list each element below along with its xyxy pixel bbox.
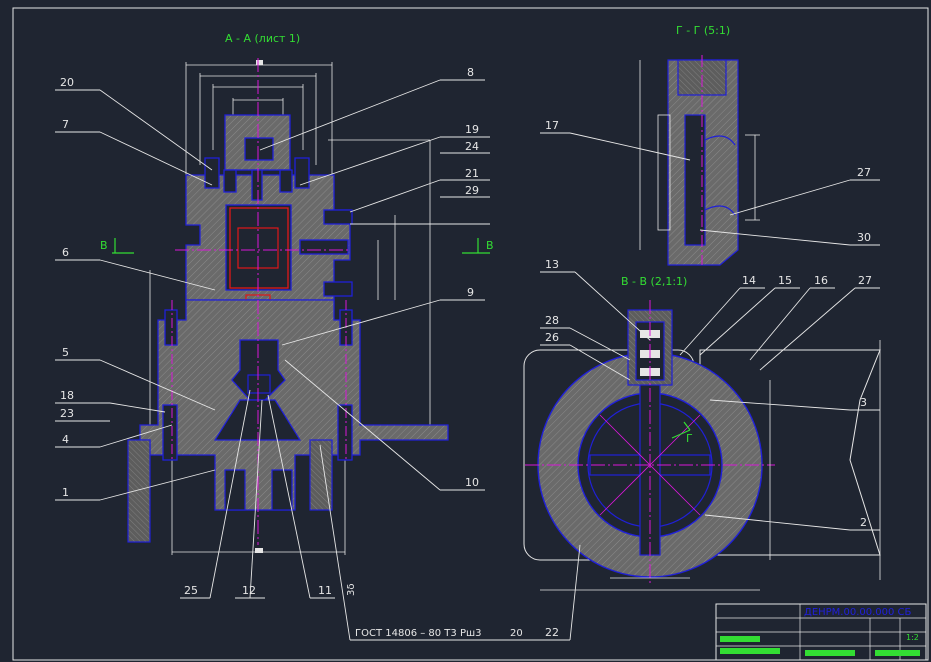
callout-17: 17 <box>545 119 559 132</box>
assembly-drawing: А - А (лист 1) Г - Г (5:1) В - В (2,1:1)… <box>12 7 929 661</box>
cut-mark-v-right: В <box>486 239 494 252</box>
callout-29: 29 <box>465 184 479 197</box>
callout-8: 8 <box>467 66 474 79</box>
callout-19: 19 <box>465 123 479 136</box>
callout-21: 21 <box>465 167 479 180</box>
callout-6: 6 <box>62 246 69 259</box>
callout-27-vv: 27 <box>858 274 872 287</box>
section-gg-view <box>639 55 760 266</box>
callout-26: 26 <box>545 331 559 344</box>
section-vv-view <box>523 300 881 591</box>
title-block-scale: 1:2 <box>906 633 919 642</box>
callout-7: 7 <box>62 118 69 131</box>
callout-1: 1 <box>62 486 69 499</box>
callout-22: 22 <box>545 626 559 639</box>
section-aa-title: А - А (лист 1) <box>225 32 300 45</box>
section-gg-title: Г - Г (5:1) <box>676 24 730 37</box>
callout-18: 18 <box>60 389 74 402</box>
callout-16: 16 <box>814 274 828 287</box>
section-aa-view <box>112 58 490 555</box>
weld-standard-note: ГОСТ 14806 – 80 Т3 Рш3 <box>355 628 482 639</box>
cut-mark-v-left: В <box>100 239 108 252</box>
callout-15: 15 <box>778 274 792 287</box>
callout-11: 11 <box>318 584 332 597</box>
callout-20: 20 <box>60 76 74 89</box>
callout-24: 24 <box>465 140 479 153</box>
weld-size-note: 20 <box>510 628 523 639</box>
callout-13: 13 <box>545 258 559 271</box>
section-vv-title: В - В (2,1:1) <box>621 275 687 288</box>
callout-5: 5 <box>62 346 69 359</box>
callout-27-gg: 27 <box>857 166 871 179</box>
callout-23: 23 <box>60 407 74 420</box>
surface-note: 3δ <box>346 584 357 596</box>
title-block-doc-code: ДЕНРМ.00.00.000 СБ <box>804 607 912 618</box>
cut-mark-g: Г <box>686 432 693 445</box>
callout-30: 30 <box>857 231 871 244</box>
callout-2: 2 <box>860 516 867 529</box>
drawing-canvas: А - А (лист 1) Г - Г (5:1) В - В (2,1:1)… <box>0 0 931 662</box>
callout-14: 14 <box>742 274 756 287</box>
callout-25: 25 <box>184 584 198 597</box>
callout-9: 9 <box>467 286 474 299</box>
callout-28: 28 <box>545 314 559 327</box>
callout-4: 4 <box>62 433 69 446</box>
callout-12: 12 <box>242 584 256 597</box>
callout-10: 10 <box>465 476 479 489</box>
callout-3: 3 <box>860 396 867 409</box>
